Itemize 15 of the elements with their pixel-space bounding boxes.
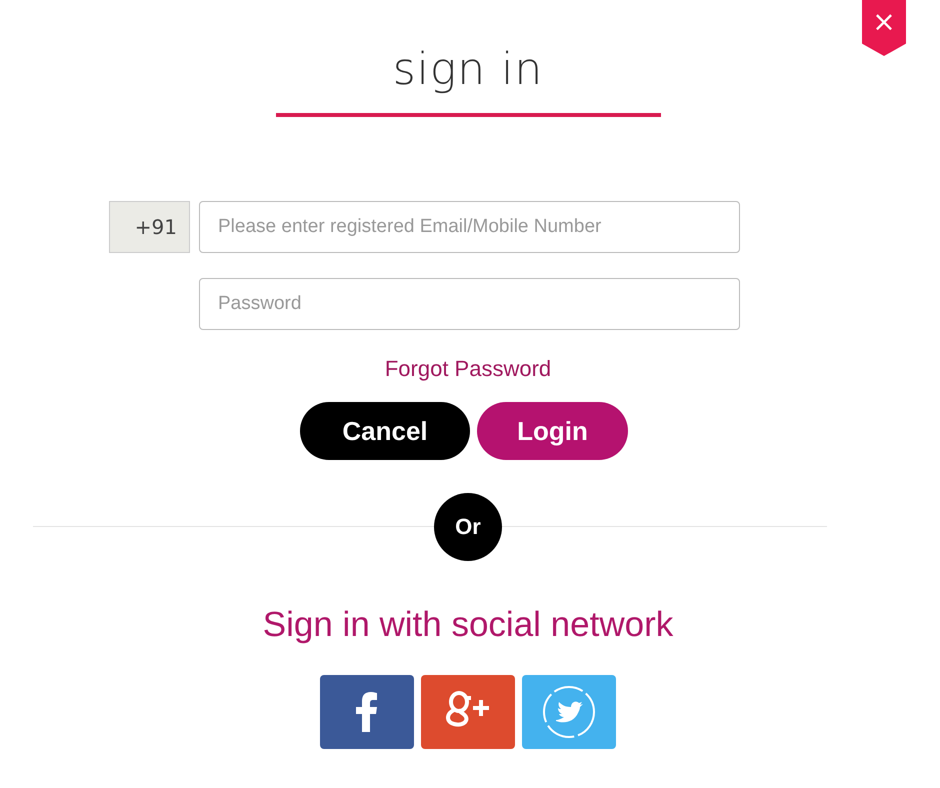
social-heading: Sign in with social network: [262, 605, 674, 645]
login-button[interactable]: Login: [477, 402, 628, 460]
facebook-button[interactable]: [320, 675, 414, 749]
google-plus-button[interactable]: [421, 675, 515, 749]
email-mobile-field[interactable]: Please enter registered Email/Mobile Number: [199, 201, 740, 253]
facebook-icon: [356, 692, 378, 732]
page-title: sign in: [392, 44, 544, 96]
twitter-icon: [542, 685, 596, 739]
password-field[interactable]: Password: [199, 278, 740, 330]
or-separator: Or: [434, 493, 502, 561]
close-button[interactable]: ×: [862, 0, 906, 56]
country-code: +91: [109, 201, 190, 253]
twitter-button[interactable]: [522, 675, 616, 749]
cancel-button[interactable]: Cancel: [300, 402, 470, 460]
forgot-password-link[interactable]: Forgot Password: [384, 356, 552, 382]
